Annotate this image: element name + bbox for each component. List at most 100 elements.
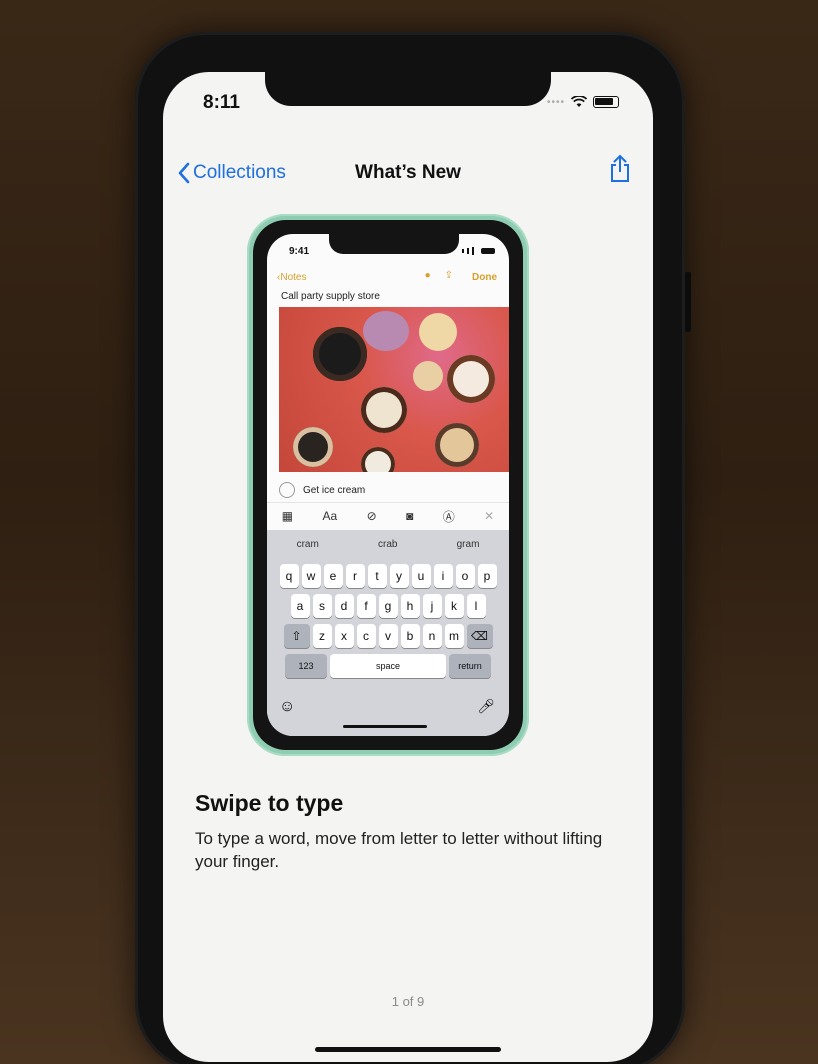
feature-heading: Swipe to type xyxy=(195,790,344,816)
photo-scene: 8:11 •••• Collections What’s New 9:41 ‹N… xyxy=(0,0,818,1064)
battery-icon xyxy=(481,248,495,254)
numbers-key: 123 xyxy=(285,654,327,678)
illustration-notch xyxy=(329,234,459,254)
key: e xyxy=(323,564,343,588)
keyboard-row-2: a s d f g h j k l xyxy=(267,594,509,618)
illustration-done: Done xyxy=(472,272,497,283)
illustration-status-icons xyxy=(462,247,495,255)
illustration-checklist-item: Get ice cream xyxy=(279,482,365,498)
checkbox-circle-icon xyxy=(279,482,295,498)
page-indicator: 1 of 9 xyxy=(391,994,425,1009)
key: d xyxy=(334,594,354,618)
key: t xyxy=(367,564,387,588)
key: u xyxy=(411,564,431,588)
key: g xyxy=(378,594,398,618)
illustration-back: ‹Notes xyxy=(277,272,307,283)
collaborate-icon: ● xyxy=(424,270,431,281)
return-key: return xyxy=(449,654,491,678)
feature-description: To type a word, move from letter to lett… xyxy=(195,829,603,871)
illustration-note-text: Call party supply store xyxy=(281,291,380,302)
cupcake-image xyxy=(313,327,367,381)
key: x xyxy=(334,624,354,648)
key: p xyxy=(477,564,497,588)
home-indicator[interactable] xyxy=(315,1047,501,1052)
cupcake-image xyxy=(413,361,443,391)
key: h xyxy=(400,594,420,618)
share-icon xyxy=(611,154,629,182)
suggestion: cram xyxy=(296,538,319,550)
keyboard-bottom: ☺ 🎤︎ xyxy=(267,690,509,736)
space-key: space xyxy=(330,654,446,678)
keyboard-row-4: 123 space return xyxy=(267,654,509,678)
cupcake-image xyxy=(435,423,479,467)
illustration-bezel: 9:41 ‹Notes ● ⇪ Done Call party supply s… xyxy=(253,220,523,750)
keyboard-row-1: q w e r t y u i o p xyxy=(267,564,509,588)
key: c xyxy=(356,624,376,648)
delete-icon: ⌫ xyxy=(466,624,493,648)
illustration-keyboard: cram crab gram q w e r t y u i o p a s d… xyxy=(267,530,509,736)
cupcake-image xyxy=(363,311,409,351)
key: n xyxy=(422,624,442,648)
share-button[interactable] xyxy=(609,154,631,189)
status-bar: 8:11 •••• xyxy=(193,86,623,113)
key: a xyxy=(290,594,310,618)
status-time: 8:11 xyxy=(203,92,240,113)
illustration-home-indicator xyxy=(343,725,427,728)
page-title: What’s New xyxy=(355,162,461,183)
signal-bar-icon xyxy=(472,247,474,255)
side-button xyxy=(685,272,691,332)
cupcake-image xyxy=(419,313,457,351)
cupcake-image xyxy=(293,427,333,467)
keyboard-suggestions: cram crab gram xyxy=(267,530,509,558)
illustration-back-label: Notes xyxy=(280,272,307,283)
signal-bar-icon xyxy=(462,249,464,253)
status-icons: •••• xyxy=(547,96,619,108)
checklist-item-label: Get ice cream xyxy=(303,484,366,496)
wifi-icon xyxy=(571,96,587,107)
cupcake-image xyxy=(361,447,395,472)
key: b xyxy=(400,624,420,648)
key: y xyxy=(389,564,409,588)
battery-icon xyxy=(593,96,619,108)
illustration-phone: 9:41 ‹Notes ● ⇪ Done Call party supply s… xyxy=(247,214,529,756)
key: z xyxy=(312,624,332,648)
illustration-toolbar-icons: ● ⇪ xyxy=(425,270,453,281)
illustration-screen: 9:41 ‹Notes ● ⇪ Done Call party supply s… xyxy=(267,234,509,736)
illustration-time: 9:41 xyxy=(289,246,310,257)
key: l xyxy=(466,594,486,618)
suggestion: crab xyxy=(377,538,398,550)
key: q xyxy=(279,564,299,588)
illustration-format-bar: ▦ Aa ⊘ ◙ Ⓐ ✕ xyxy=(267,502,509,529)
cupcake-image xyxy=(361,387,407,433)
markup-icon: Ⓐ xyxy=(442,509,455,524)
shift-icon: ⇧ xyxy=(283,624,310,648)
camera-icon: ◙ xyxy=(406,509,414,523)
key: s xyxy=(312,594,332,618)
emoji-icon: ☺ xyxy=(279,698,296,715)
format-text-icon: Aa xyxy=(322,509,338,523)
key: j xyxy=(422,594,442,618)
table-icon: ▦ xyxy=(281,509,294,523)
key: k xyxy=(444,594,464,618)
key: r xyxy=(345,564,365,588)
key: m xyxy=(444,624,464,648)
phone-screen: 8:11 •••• Collections What’s New 9:41 ‹N… xyxy=(163,72,653,1062)
keyboard-row-3: ⇧ z x c v b n m ⌫ xyxy=(267,624,509,648)
illustration-toolbar: ‹Notes ● ⇪ Done xyxy=(267,270,509,288)
checklist-icon: ⊘ xyxy=(366,509,377,523)
signal-dots-icon: •••• xyxy=(546,96,565,108)
suggestion: gram xyxy=(456,538,480,550)
signal-bar-icon xyxy=(467,248,469,254)
key: o xyxy=(455,564,475,588)
key: v xyxy=(378,624,398,648)
cupcake-photo xyxy=(279,307,509,472)
share-icon: ⇪ xyxy=(444,270,453,281)
key: w xyxy=(301,564,321,588)
key: f xyxy=(356,594,376,618)
microphone-icon: 🎤︎ xyxy=(477,698,495,714)
cupcake-image xyxy=(447,355,495,403)
navigation-bar: Collections What’s New xyxy=(163,154,653,200)
close-icon: ✕ xyxy=(484,509,495,523)
iphone-device: 8:11 •••• Collections What’s New 9:41 ‹N… xyxy=(135,32,691,1064)
key: i xyxy=(433,564,453,588)
